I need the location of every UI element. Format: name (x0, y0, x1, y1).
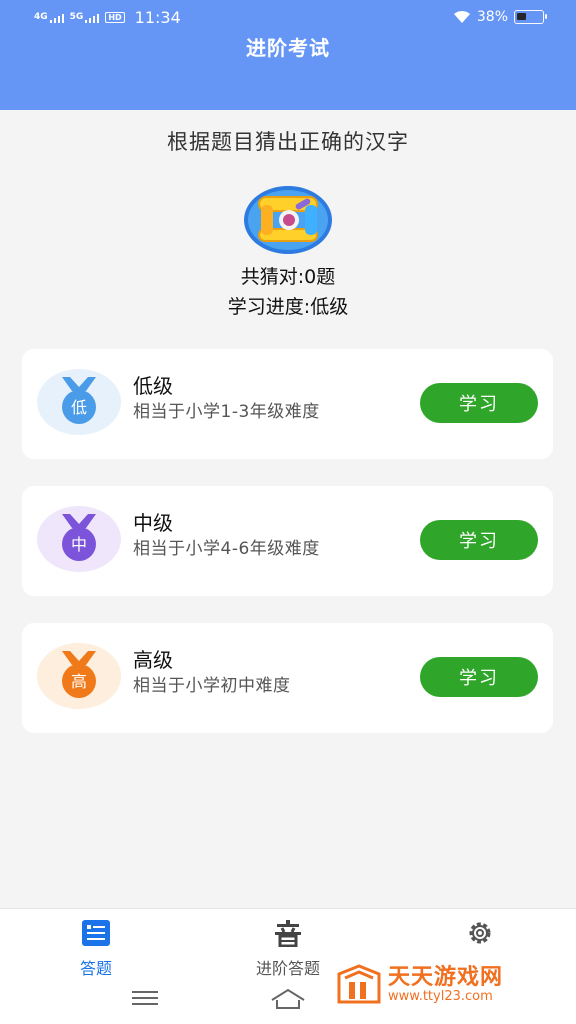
status-bar: 4G 5G HD 11:34 38% (0, 0, 576, 36)
medal-mid-icon: 中 (37, 506, 121, 572)
level-desc-low: 相当于小学1-3年级难度 (133, 402, 320, 422)
home-icon[interactable] (268, 986, 308, 1010)
tab-settings[interactable] (420, 919, 540, 955)
page-title: 进阶考试 (246, 36, 330, 60)
menu-icon[interactable] (130, 988, 160, 1008)
signal-4g-icon: 4G (34, 13, 64, 23)
quiz-icon (82, 920, 110, 946)
watermark-url: www.ttyl23.com (388, 989, 493, 1004)
correct-count: 共猜对:0题 (240, 266, 336, 288)
level-name-low: 低级 (133, 374, 173, 398)
site-watermark: 天天游戏网 www.ttyl23.com (336, 964, 503, 1006)
level-card-low: 低 低级 相当于小学1-3年级难度 学习 (22, 349, 553, 459)
level-card-mid: 中 中级 相当于小学4-6年级难度 学习 (22, 486, 553, 596)
level-name-mid: 中级 (133, 511, 173, 535)
medal-high-icon: 高 (37, 643, 121, 709)
medal-mid-label: 中 (71, 535, 87, 554)
level-desc-mid: 相当于小学4-6年级难度 (133, 539, 320, 559)
game-emblem-icon (244, 186, 332, 254)
status-time: 11:34 (134, 8, 181, 27)
tab-advanced[interactable]: 进阶答题 (228, 919, 348, 979)
tab-answer-label: 答题 (79, 959, 112, 978)
study-progress: 学习进度:低级 (227, 296, 349, 318)
level-name-high: 高级 (133, 648, 173, 672)
tab-answer[interactable]: 答题 (36, 919, 156, 979)
study-button-high[interactable]: 学习 (420, 657, 538, 697)
medal-high-label: 高 (71, 672, 87, 691)
level-desc-high: 相当于小学初中难度 (133, 676, 291, 696)
level-card-high: 高 高级 相当于小学初中难度 学习 (22, 623, 553, 733)
wifi-icon (453, 10, 470, 23)
watermark-logo-icon (337, 964, 381, 1004)
tab-advanced-label: 进阶答题 (255, 959, 320, 978)
hd-voice-icon: HD (105, 12, 125, 23)
study-button-mid[interactable]: 学习 (420, 520, 538, 560)
gear-icon (469, 922, 491, 944)
instruction-text: 根据题目猜出正确的汉字 (167, 130, 409, 154)
medal-low-icon: 低 (37, 369, 121, 435)
medal-low-label: 低 (71, 398, 87, 417)
study-button-low[interactable]: 学习 (420, 383, 538, 423)
sound-char-icon (275, 920, 301, 948)
battery-icon (514, 10, 547, 24)
watermark-name: 天天游戏网 (388, 965, 504, 990)
signal-5g-icon: 5G (70, 13, 100, 23)
battery-percent: 38% (476, 9, 508, 25)
